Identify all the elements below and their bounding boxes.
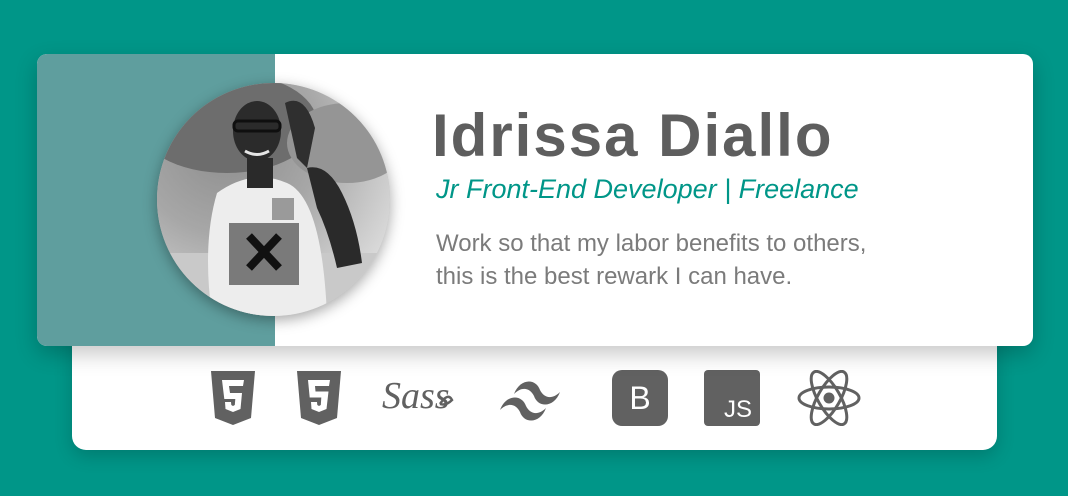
sass-icon-label: Sass <box>382 375 450 417</box>
tailwind-icon <box>496 370 576 426</box>
javascript-icon-label: JS <box>723 396 751 423</box>
bio-line: this is the best rewark I can have. <box>436 263 793 290</box>
css3-icon <box>294 370 344 426</box>
profile-card: Idrissa Diallo Jr Front-End Developer | … <box>37 54 1033 346</box>
html5-icon <box>208 370 258 426</box>
bootstrap-icon-label: B <box>629 380 650 416</box>
javascript-icon: JS <box>703 370 760 426</box>
skills-icon-row: Sass B JS <box>72 368 997 428</box>
profile-name: Idrissa Diallo <box>432 102 834 169</box>
sass-icon: Sass <box>380 370 460 426</box>
bio-line: Work so that my labor benefits to others… <box>436 230 867 257</box>
bootstrap-icon: B <box>611 370 668 426</box>
profile-bio: Work so that my labor benefits to others… <box>436 227 956 293</box>
profile-avatar <box>157 83 390 316</box>
react-icon <box>796 370 862 426</box>
profile-role: Jr Front-End Developer | Freelance <box>436 174 859 204</box>
